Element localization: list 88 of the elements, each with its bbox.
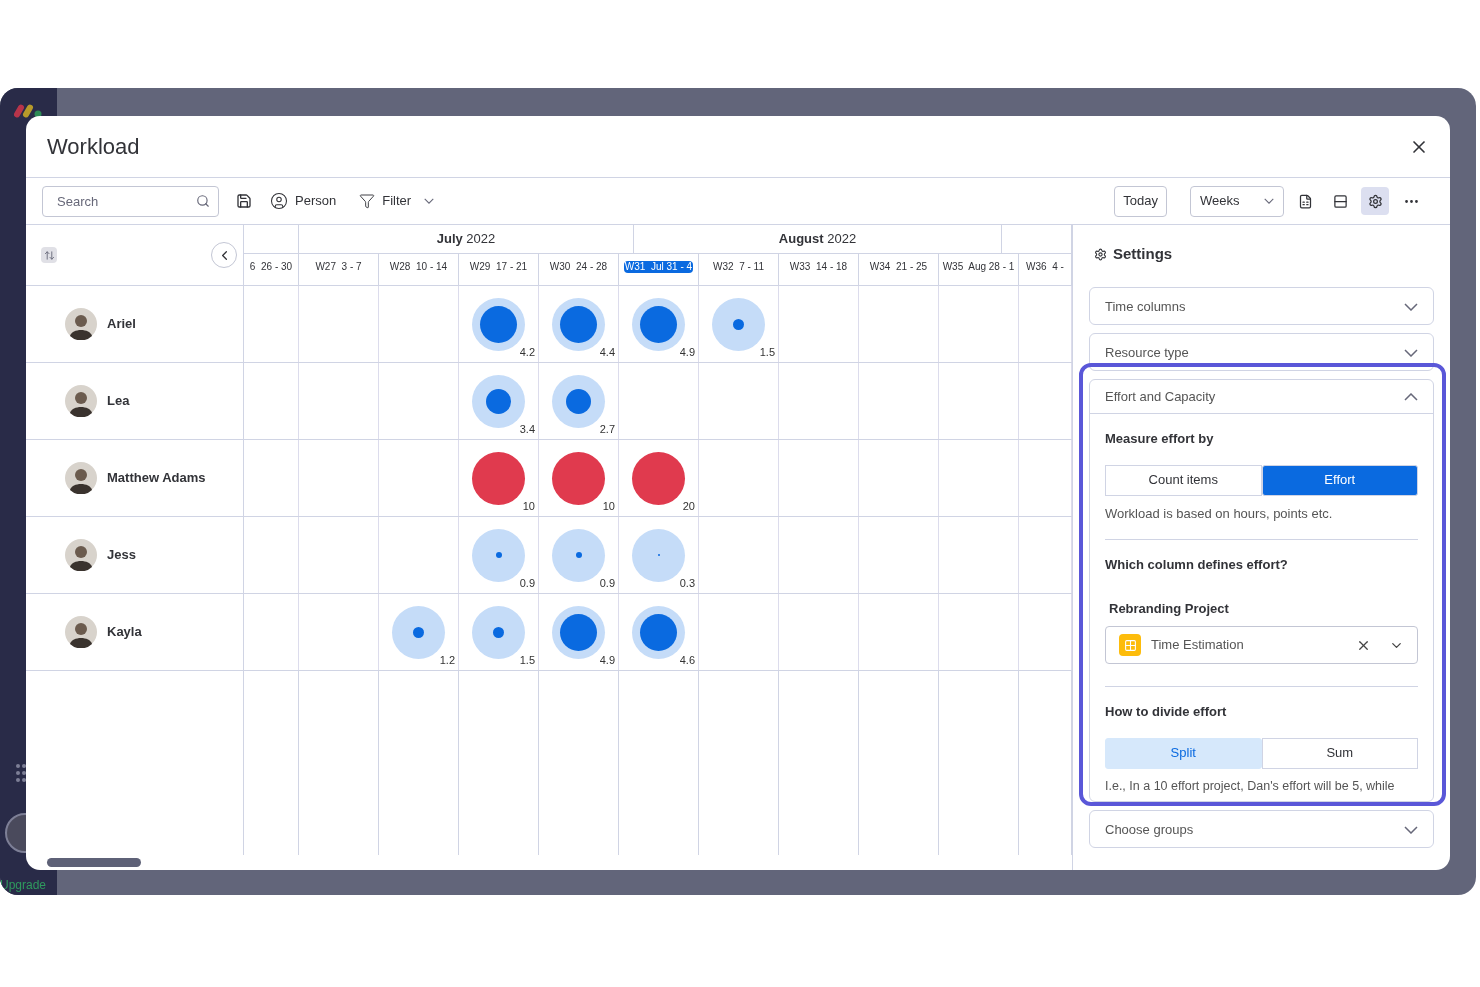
person-name: Matthew Adams <box>107 469 206 488</box>
week-label: 6 26 - 30 <box>248 260 294 273</box>
save-icon[interactable] <box>236 193 252 209</box>
field-label: Measure effort by <box>1105 430 1215 448</box>
modal-title: Workload <box>47 133 140 161</box>
section-title: Time columns <box>1105 297 1186 316</box>
effort-value: 4.2 <box>519 344 535 360</box>
segment-option[interactable]: Effort <box>1261 464 1418 496</box>
caret-icon <box>1264 198 1274 204</box>
segment-option[interactable]: Count items <box>1105 464 1262 496</box>
person-button[interactable]: Person <box>270 191 337 211</box>
effort-value: 0.3 <box>679 575 695 591</box>
week-label: W34 21 - 25 <box>868 260 929 273</box>
overload-bubble[interactable] <box>552 451 605 505</box>
search-icon <box>196 193 210 208</box>
week-label: W28 10 - 14 <box>388 260 449 273</box>
section-header[interactable]: Choose groups <box>1090 811 1433 849</box>
effort-value: 2.7 <box>599 421 615 437</box>
overload-bubble[interactable] <box>632 451 685 505</box>
week-label: W30 24 - 28 <box>548 260 609 273</box>
view-dropdown[interactable]: Weeks <box>1190 185 1284 217</box>
filter-icon <box>359 193 376 209</box>
search-field[interactable]: Search <box>42 185 219 217</box>
effort-value: 4.6 <box>679 652 695 668</box>
person-name: Ariel <box>107 315 136 334</box>
field-label: How to divide effort <box>1105 703 1228 721</box>
week-label: W29 17 - 21 <box>468 260 529 273</box>
today-button[interactable]: Today <box>1114 185 1167 217</box>
effort-value: 1.5 <box>519 652 535 668</box>
person-icon <box>270 192 288 210</box>
effort-value: 10 <box>522 498 535 514</box>
effort-value: 4.9 <box>679 344 695 360</box>
effort-value: 4.4 <box>599 344 615 360</box>
avatar <box>65 616 97 648</box>
settings-title: Settings <box>1113 243 1173 264</box>
week-label: W33 14 - 18 <box>788 260 849 273</box>
avatar <box>65 385 97 417</box>
apps-icon <box>16 763 26 783</box>
section-header[interactable]: Effort and Capacity <box>1090 380 1433 414</box>
week-label: W31 Jul 31 - 4 <box>623 260 694 273</box>
effort-value: 3.4 <box>519 421 535 437</box>
effort-value: 1.5 <box>759 344 775 360</box>
month-label: August 2022 <box>778 230 857 248</box>
layout-icon[interactable] <box>1333 193 1348 209</box>
section-header[interactable]: Time columns <box>1090 288 1433 325</box>
chevron-up-icon <box>1404 392 1418 401</box>
segment-option[interactable]: Split <box>1105 737 1262 769</box>
section-title: Effort and Capacity <box>1105 387 1216 406</box>
filter-button[interactable]: Filter <box>359 191 435 211</box>
section-title: Resource type <box>1105 343 1189 362</box>
effort-value: 1.2 <box>439 652 455 668</box>
effort-value: 4.9 <box>599 652 615 668</box>
scrollbar-thumb[interactable] <box>47 858 141 867</box>
hint-text: Workload is based on hours, points etc. <box>1105 504 1334 523</box>
avatar <box>65 308 97 340</box>
week-label: W36 4 - <box>1025 260 1065 273</box>
caret-icon <box>424 198 435 204</box>
field-label: Which column defines effort? <box>1105 556 1289 574</box>
column-select[interactable]: Time Estimation <box>1105 626 1418 664</box>
week-label: W27 3 - 7 <box>314 260 363 273</box>
upgrade-link[interactable]: Upgrade <box>0 876 47 894</box>
settings-button[interactable] <box>1361 187 1389 215</box>
effort-value: 0.9 <box>599 575 615 591</box>
avatar <box>65 462 97 494</box>
settings-icon <box>1367 193 1383 209</box>
week-label: W35 Aug 28 - 1 <box>941 260 1016 273</box>
chevron-down-icon <box>1404 302 1418 311</box>
week-label: W32 7 - 11 <box>712 260 765 273</box>
person-name: Jess <box>107 546 136 565</box>
chevron-down-icon <box>1404 348 1418 357</box>
hint-text: I.e., In a 10 effort project, Dan's effort will be 5, while <box>1105 777 1396 795</box>
segment-option[interactable]: Sum <box>1261 737 1418 769</box>
month-label: July 2022 <box>436 230 496 248</box>
board-name: Rebranding Project <box>1109 599 1230 618</box>
select-value: Time Estimation <box>1151 636 1245 655</box>
overload-bubble[interactable] <box>472 451 525 505</box>
avatar <box>65 539 97 571</box>
export-icon[interactable] <box>1298 193 1313 209</box>
person-name: Lea <box>107 392 130 411</box>
effort-value: 0.9 <box>519 575 535 591</box>
chevron-down-icon <box>1404 825 1418 834</box>
person-name: Kayla <box>107 623 142 642</box>
section-title: Choose groups <box>1105 821 1194 839</box>
effort-value: 10 <box>602 498 615 514</box>
effort-value: 20 <box>682 498 695 514</box>
section-header[interactable]: Resource type <box>1090 334 1433 371</box>
settings-icon <box>1094 247 1107 261</box>
column-type-icon <box>1119 634 1141 656</box>
